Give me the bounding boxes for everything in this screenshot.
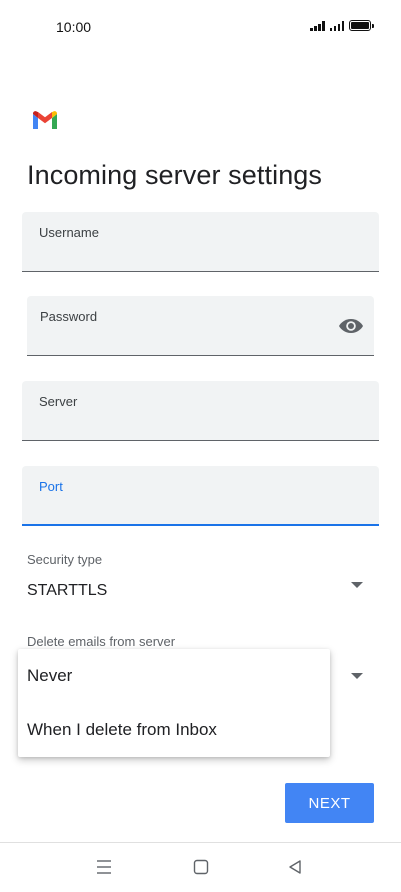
security-type-label: Security type [27,552,103,567]
eye-icon[interactable] [338,316,364,336]
battery-icon [349,20,374,31]
server-input[interactable] [39,412,362,432]
home-icon[interactable] [191,857,211,877]
chevron-down-icon[interactable] [351,582,363,588]
server-label: Server [39,394,78,409]
chevron-down-icon[interactable] [351,673,363,679]
port-label: Port [39,479,63,494]
port-input[interactable] [39,496,362,516]
password-label: Password [40,309,98,324]
signal-icon [329,20,344,31]
username-label: Username [39,225,99,240]
username-field[interactable]: Username [22,212,379,272]
delete-emails-dropdown-menu: Never When I delete from Inbox [18,649,330,757]
password-field[interactable]: Password [27,296,374,356]
menu-item-never[interactable]: Never [18,649,330,703]
next-button[interactable]: NEXT [285,783,374,823]
navigation-bar [0,843,401,892]
gmail-logo [33,111,57,129]
menu-item-when-delete-from-inbox[interactable]: When I delete from Inbox [18,703,330,757]
port-field[interactable]: Port [22,466,379,526]
page-title: Incoming server settings [27,160,323,190]
password-input[interactable] [40,327,324,347]
status-icons [310,20,374,31]
signal-icon [310,20,325,31]
server-field[interactable]: Server [22,381,379,441]
username-input[interactable] [39,243,362,263]
back-icon[interactable] [285,857,305,877]
status-bar: 10:00 [0,0,401,56]
menu-icon[interactable] [94,857,114,877]
status-time: 10:00 [56,19,92,35]
delete-emails-label: Delete emails from server [27,634,176,649]
security-type-select[interactable]: STARTTLS [27,582,107,600]
